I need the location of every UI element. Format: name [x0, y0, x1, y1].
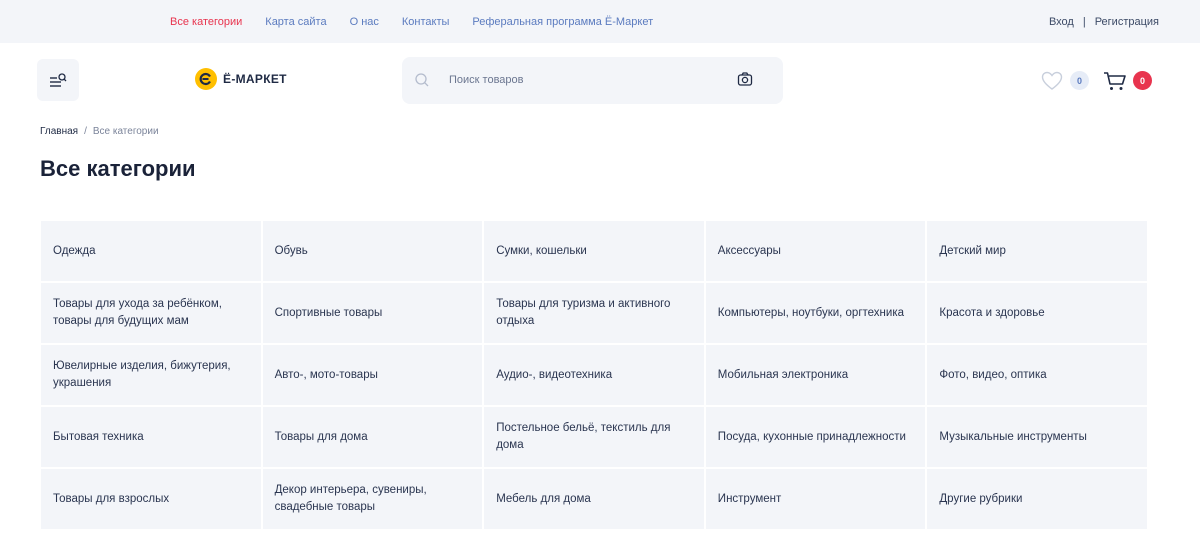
search-bar [402, 57, 783, 104]
category-item[interactable]: Фото, видео, оптика [927, 345, 1147, 405]
category-item[interactable]: Посуда, кухонные принадлежности [705, 407, 926, 467]
breadcrumb-current: Все категории [92, 126, 159, 137]
favorites-count-badge: 0 [1070, 71, 1089, 90]
breadcrumb: Главная / Все категории [40, 126, 159, 137]
category-item[interactable]: Товары для ухода за ребёнком, товары для… [41, 283, 261, 343]
catalog-menu-button[interactable] [37, 59, 79, 101]
category-item[interactable]: Детский мир [927, 221, 1147, 281]
favorites-heart-icon[interactable] [1041, 71, 1063, 91]
menu-search-icon [50, 73, 67, 87]
page-title: Все категории [40, 156, 196, 181]
category-item[interactable]: Постельное бельё, текстиль для дома [484, 407, 704, 467]
topnav-link-all-categories[interactable]: Все категории [170, 16, 242, 28]
category-item[interactable]: Музыкальные инструменты [927, 407, 1147, 467]
top-nav: Все категории Карта сайта О нас Контакты… [170, 0, 653, 43]
category-item[interactable]: Спортивные товары [262, 283, 483, 343]
auth-separator: | [1082, 15, 1086, 28]
category-item[interactable]: Одежда [41, 221, 261, 281]
category-item[interactable]: Ювелирные изделия, бижутерия, украшения [41, 345, 261, 405]
categories-grid: Одежда Обувь Сумки, кошельки Аксессуары Детс… [41, 221, 1147, 529]
category-item[interactable]: Декор интерьера, сувениры, свадебные тов… [262, 469, 483, 529]
category-item[interactable]: Авто-, мото-товары [262, 345, 483, 405]
category-item[interactable]: Мобильная электроника [705, 345, 926, 405]
category-item[interactable]: Аудио-, видеотехника [484, 345, 704, 405]
auth-links: Вход | Регистрация [1049, 0, 1159, 43]
category-item[interactable]: Товары для взрослых [41, 469, 261, 529]
search-icon [415, 73, 429, 87]
category-item[interactable]: Компьютеры, ноутбуки, оргтехника [705, 283, 926, 343]
category-item[interactable]: Товары для туризма и активного отдыха [484, 283, 704, 343]
register-link[interactable]: Регистрация [1095, 16, 1159, 28]
category-item[interactable]: Мебель для дома [484, 469, 704, 529]
top-bar: Все категории Карта сайта О нас Контакты… [0, 0, 1200, 43]
breadcrumb-separator: / [84, 126, 87, 137]
topnav-link-referral[interactable]: Реферальная программа Ё-Маркет [472, 16, 653, 28]
logo-text: Ё-МАРКЕТ [223, 72, 287, 86]
search-input[interactable] [449, 69, 709, 91]
topnav-link-sitemap[interactable]: Карта сайта [265, 16, 326, 28]
logo[interactable]: Ё-МАРКЕТ [195, 68, 287, 90]
category-item[interactable]: Сумки, кошельки [484, 221, 704, 281]
camera-search-icon[interactable] [737, 71, 753, 87]
category-item[interactable]: Другие рубрики [927, 469, 1147, 529]
category-item[interactable]: Бытовая техника [41, 407, 261, 467]
topnav-link-contacts[interactable]: Контакты [402, 16, 450, 28]
category-item[interactable]: Красота и здоровье [927, 283, 1147, 343]
category-item[interactable]: Товары для дома [262, 407, 483, 467]
logo-mark-icon [195, 68, 217, 90]
category-item[interactable]: Инструмент [705, 469, 926, 529]
cart-icon[interactable] [1103, 71, 1127, 91]
login-link[interactable]: Вход [1049, 16, 1074, 28]
category-item[interactable]: Обувь [262, 221, 483, 281]
category-item[interactable]: Аксессуары [705, 221, 926, 281]
cart-count-badge: 0 [1133, 71, 1152, 90]
topnav-link-about[interactable]: О нас [350, 16, 379, 28]
breadcrumb-home-link[interactable]: Главная [40, 126, 78, 137]
